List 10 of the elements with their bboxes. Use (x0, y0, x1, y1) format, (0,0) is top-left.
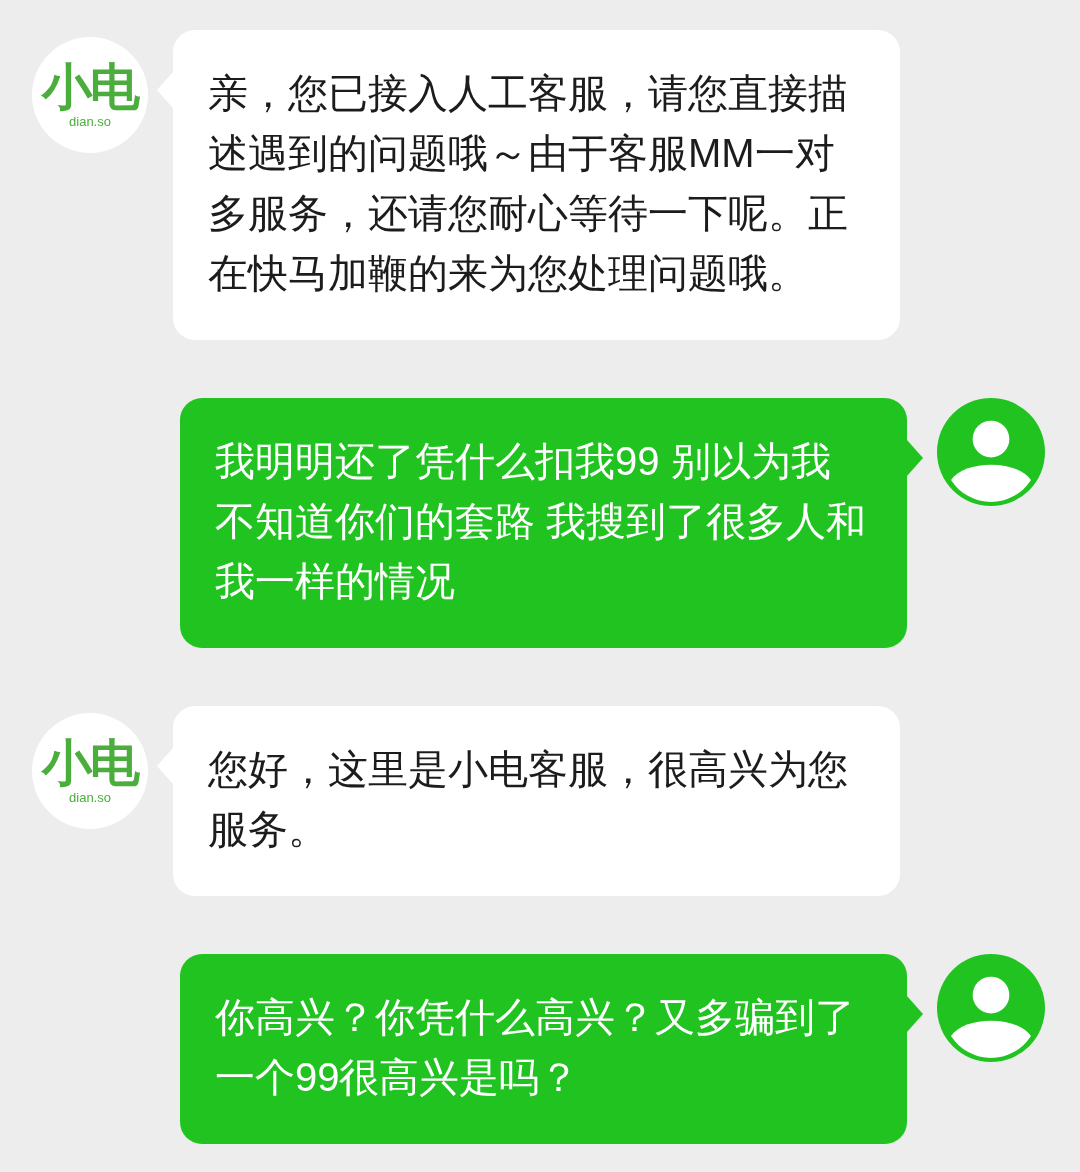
logo-caption: dian.so (69, 791, 111, 804)
logo-caption: dian.so (69, 115, 111, 128)
message-text: 我明明还了凭什么扣我99 别以为我不知道你们的套路 我搜到了很多人和我一样的情况 (215, 438, 868, 605)
message-text: 你高兴？你凭什么高兴？又多骗到了一个99很高兴是吗？ (215, 994, 856, 1101)
message-text: 亲，您已接入人工客服，请您直接描述遇到的问题哦～由于客服MM一对多服务，还请您耐心等待一下呢。正在快马加鞭的来为您处理问题哦。 (208, 70, 849, 297)
person-avatar-icon (937, 954, 1045, 1062)
person-avatar-icon (937, 398, 1045, 506)
logo-mark: 小电 (42, 738, 138, 788)
logo-mark: 小电 (42, 62, 138, 112)
message-text: 您好，这里是小电客服，很高兴为您服务。 (208, 746, 849, 853)
